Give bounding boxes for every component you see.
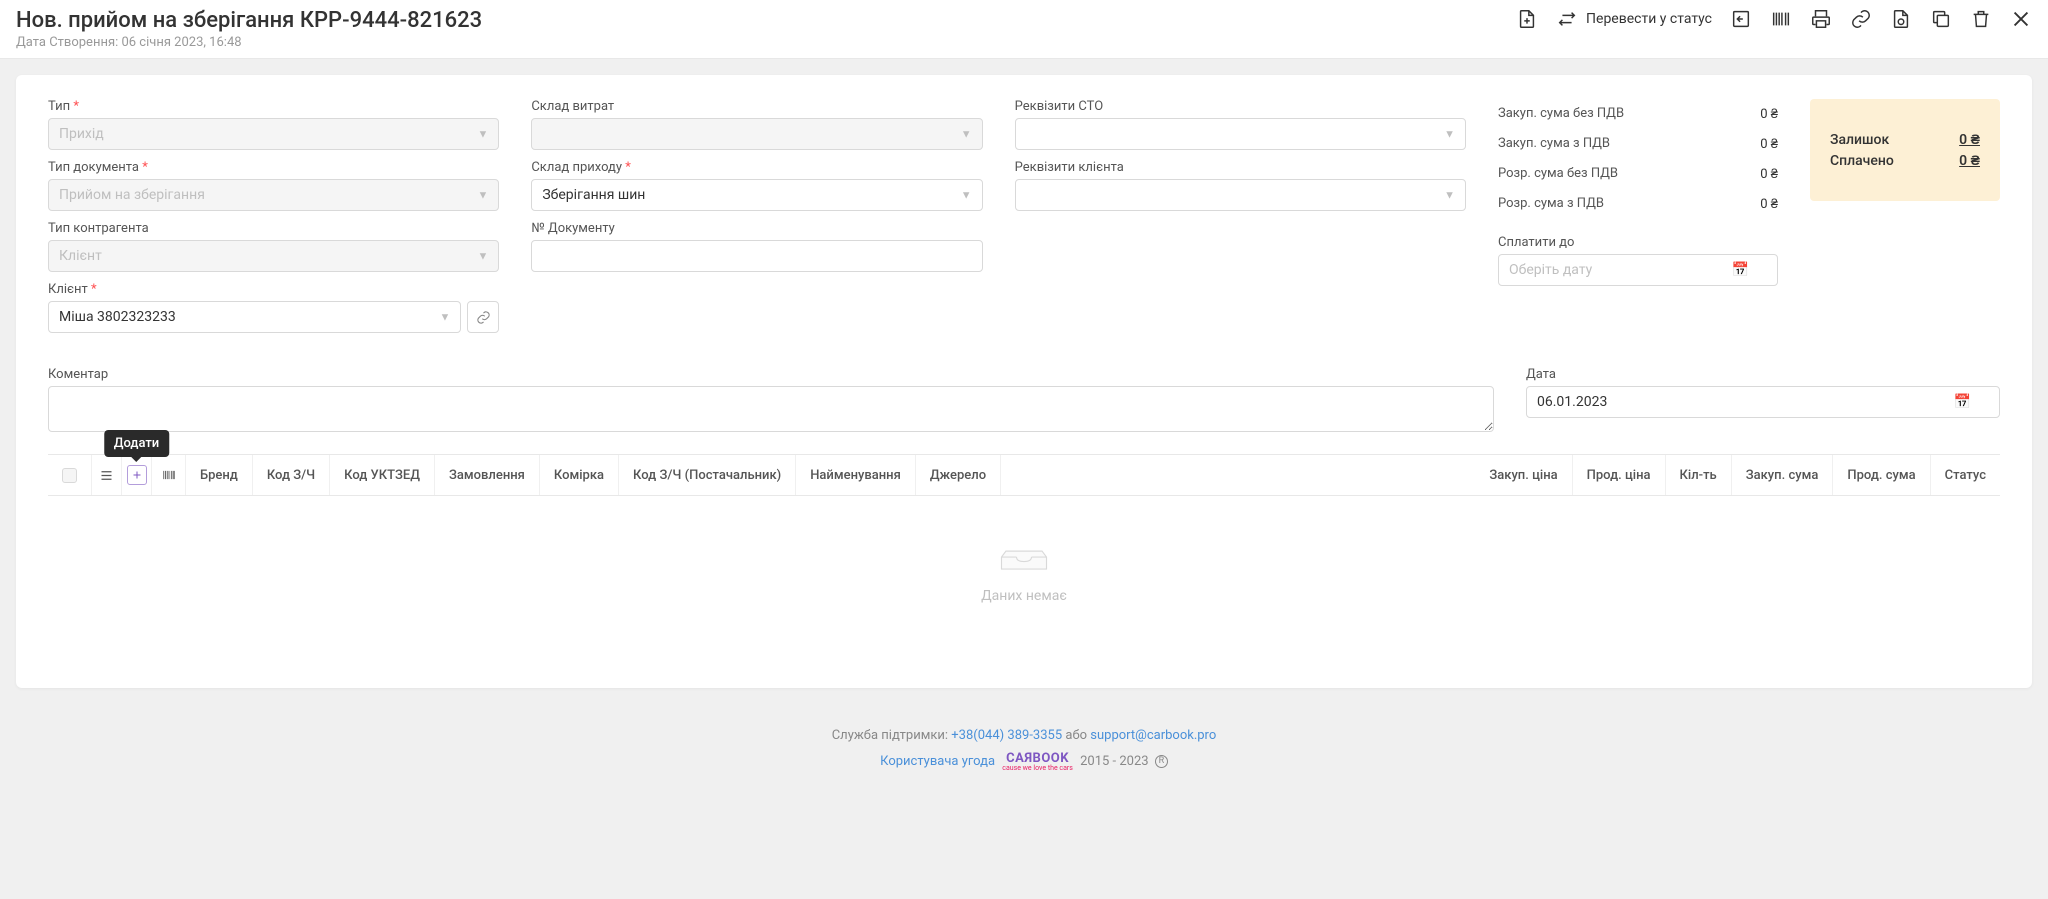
add-row-button[interactable] — [127, 465, 147, 485]
buy-sum-col: Закуп. сума — [1732, 455, 1834, 495]
code-col: Код З/Ч — [253, 455, 330, 495]
client-label: Клієнт * — [48, 282, 499, 297]
empty-box-icon — [1000, 536, 1048, 572]
buy-vat-value: 0 ₴ — [1760, 136, 1778, 152]
page-header: Нов. прийом на зберігання КРР-9444-82162… — [0, 0, 2048, 59]
menu-icon[interactable] — [92, 455, 122, 495]
req-sto-select[interactable]: ▼ — [1015, 118, 1466, 150]
sell-sum-col: Прод. сума — [1833, 455, 1930, 495]
agreement-link[interactable]: Користувача угода — [880, 754, 995, 769]
type-label: Тип * — [48, 99, 499, 114]
doc-type-label: Тип документа * — [48, 160, 499, 175]
paid-label: Сплачено — [1830, 153, 1894, 169]
pay-until-label: Сплатити до — [1498, 235, 1778, 250]
order-col: Замовлення — [435, 455, 540, 495]
income-wh-select[interactable]: Зберігання шин▼ — [531, 179, 982, 211]
items-table: Додати Бренд Код З/Ч Код УКТЗЕД Замовлен… — [48, 454, 2000, 664]
brand-logo: CAЯBOOKcause we love the cars — [1002, 751, 1073, 772]
uktzed-col: Код УКТЗЕД — [330, 455, 435, 495]
balance-box: Залишок 0 ₴ Сплачено 0 ₴ — [1810, 99, 2000, 201]
page-title: Нов. прийом на зберігання КРР-9444-82162… — [16, 8, 482, 33]
doc-no-input[interactable] — [531, 240, 982, 272]
brand-col: Бренд — [186, 455, 253, 495]
delete-icon[interactable] — [1970, 8, 1992, 30]
calendar-icon: 📅 — [1954, 394, 1971, 410]
sell-no-vat-label: Розр. сума без ПДВ — [1498, 166, 1618, 182]
req-client-label: Реквізити клієнта — [1015, 160, 1466, 175]
new-doc-icon[interactable] — [1516, 8, 1538, 30]
supplier-code-col: Код З/Ч (Постачальник) — [619, 455, 796, 495]
buy-no-vat-value: 0 ₴ — [1760, 106, 1778, 122]
transfer-status-icon[interactable] — [1556, 8, 1578, 30]
type-select[interactable]: Прихід▼ — [48, 118, 499, 150]
doc-type-select[interactable]: Прийом на зберігання▼ — [48, 179, 499, 211]
income-wh-label: Склад приходу * — [531, 160, 982, 175]
support-phone[interactable]: +38(044) 389-3355 — [951, 728, 1062, 743]
remainder-label: Залишок — [1830, 132, 1889, 148]
qty-col: Кіл-ть — [1666, 455, 1732, 495]
pay-until-input[interactable]: Оберіть дату📅 — [1498, 254, 1778, 286]
import-icon[interactable] — [1730, 8, 1752, 30]
status-col: Статус — [1931, 455, 2000, 495]
name-col: Найменування — [796, 455, 916, 495]
calendar-icon: 📅 — [1732, 262, 1749, 278]
client-select[interactable]: Міша 3802323233▼ — [48, 301, 461, 333]
barcode-col-icon[interactable] — [152, 455, 186, 495]
status-label: Перевести у статус — [1586, 11, 1712, 27]
link-icon[interactable] — [1850, 8, 1872, 30]
expense-wh-label: Склад витрат — [531, 99, 982, 114]
cell-col: Комірка — [540, 455, 619, 495]
sell-vat-label: Розр. сума з ПДВ — [1498, 196, 1604, 212]
copy-icon[interactable] — [1930, 8, 1952, 30]
counterparty-type-select[interactable]: Клієнт▼ — [48, 240, 499, 272]
remainder-value[interactable]: 0 ₴ — [1959, 131, 1980, 148]
date-label: Дата — [1526, 367, 2000, 382]
buy-vat-label: Закуп. сума з ПДВ — [1498, 136, 1610, 152]
expense-wh-select[interactable]: ▼ — [531, 118, 982, 150]
sell-vat-value: 0 ₴ — [1760, 196, 1778, 212]
buy-price-col: Закуп. ціна — [1001, 455, 1573, 495]
counterparty-type-label: Тип контрагента — [48, 221, 499, 236]
support-email[interactable]: support@carbook.pro — [1090, 728, 1216, 743]
comment-label: Коментар — [48, 367, 1494, 382]
form-card: Тип * Прихід▼ Тип документа * Прийом на … — [16, 75, 2032, 688]
client-link-button[interactable] — [467, 301, 499, 333]
empty-state: Даних немає — [48, 496, 2000, 664]
print-icon[interactable] — [1810, 8, 1832, 30]
sell-price-col: Прод. ціна — [1573, 455, 1666, 495]
select-all-checkbox[interactable] — [62, 468, 77, 483]
paid-value[interactable]: 0 ₴ — [1959, 152, 1980, 169]
date-input[interactable]: 06.01.2023📅 — [1526, 386, 2000, 418]
source-col: Джерело — [916, 455, 1001, 495]
comment-input[interactable] — [48, 386, 1494, 432]
close-icon[interactable] — [2010, 8, 2032, 30]
registered-icon: R — [1155, 755, 1168, 768]
save-doc-icon[interactable] — [1890, 8, 1912, 30]
doc-no-label: № Документу — [531, 221, 982, 236]
page-footer: Служба підтримки: +38(044) 389-3355 або … — [0, 704, 2048, 804]
page-meta: Дата Створення: 06 січня 2023, 16:48 — [16, 35, 482, 50]
buy-no-vat-label: Закуп. сума без ПДВ — [1498, 106, 1624, 122]
add-tooltip: Додати — [104, 430, 169, 457]
barcode-icon[interactable] — [1770, 8, 1792, 30]
req-sto-label: Реквізити СТО — [1015, 99, 1466, 114]
sell-no-vat-value: 0 ₴ — [1760, 166, 1778, 182]
req-client-select[interactable]: ▼ — [1015, 179, 1466, 211]
